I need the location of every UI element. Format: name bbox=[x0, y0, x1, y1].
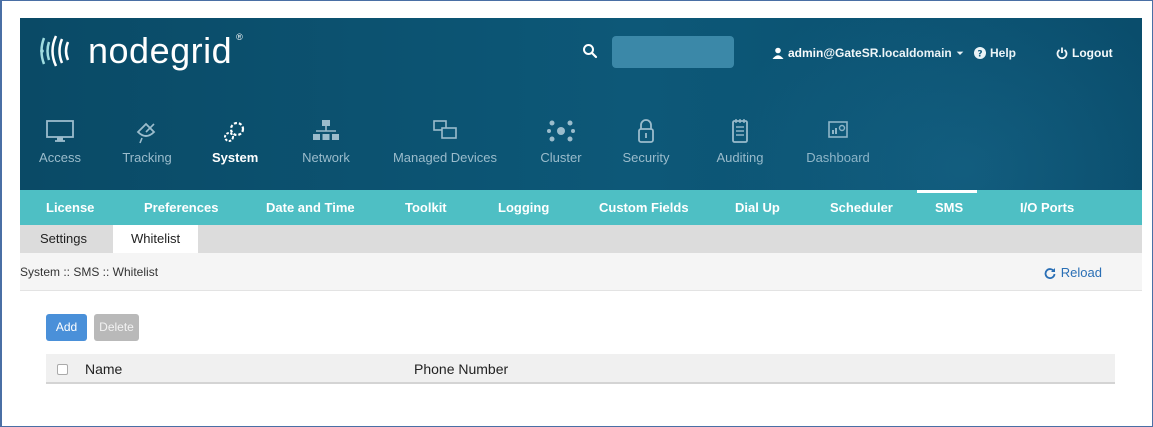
help-label: Help bbox=[990, 46, 1017, 60]
reload-label: Reload bbox=[1060, 265, 1102, 280]
subnav-sms[interactable]: SMS bbox=[916, 190, 978, 225]
user-icon bbox=[772, 47, 784, 59]
nav-access[interactable]: Access bbox=[38, 118, 82, 165]
nav-dashboard[interactable]: Dashboard bbox=[806, 118, 870, 165]
add-button[interactable]: Add bbox=[46, 314, 87, 341]
devices-icon bbox=[390, 118, 500, 144]
nav-label: Auditing bbox=[716, 150, 764, 165]
search-input[interactable] bbox=[612, 36, 734, 68]
subnav-io-ports[interactable]: I/O Ports bbox=[1020, 190, 1074, 225]
app: nodegrid ® admin@GateSR.localdomain ? He… bbox=[20, 18, 1142, 412]
nav-label: Network bbox=[302, 150, 350, 165]
nav-label: Security bbox=[622, 150, 670, 165]
column-header-phone-number[interactable]: Phone Number bbox=[414, 361, 508, 377]
logo[interactable]: nodegrid ® bbox=[36, 30, 247, 72]
breadcrumb-bar: System :: SMS :: Whitelist Reload bbox=[20, 253, 1142, 291]
tab-bar: Settings Whitelist bbox=[20, 225, 1142, 253]
logo-mark-icon bbox=[40, 35, 70, 67]
nav-tracking[interactable]: Tracking bbox=[119, 118, 175, 165]
nav-security[interactable]: Security bbox=[621, 118, 671, 165]
subnav-dial-up[interactable]: Dial Up bbox=[735, 190, 780, 225]
subnav-license[interactable]: License bbox=[46, 190, 94, 225]
column-header-name[interactable]: Name bbox=[85, 361, 122, 377]
user-menu-label: admin@GateSR.localdomain bbox=[788, 46, 952, 60]
svg-text:?: ? bbox=[977, 50, 982, 60]
notepad-icon bbox=[715, 118, 765, 144]
select-all-checkbox[interactable] bbox=[57, 364, 68, 375]
nav-label: Access bbox=[39, 150, 81, 165]
gears-icon bbox=[212, 118, 258, 144]
subnav-toolkit[interactable]: Toolkit bbox=[405, 190, 447, 225]
nav-label: Managed Devices bbox=[392, 150, 498, 165]
refresh-icon bbox=[1044, 267, 1056, 279]
table-header: Name Phone Number bbox=[46, 354, 1115, 384]
nav-auditing[interactable]: Auditing bbox=[715, 118, 765, 165]
satellite-icon bbox=[119, 118, 175, 144]
nav-label: Dashboard bbox=[806, 150, 870, 165]
logout-label: Logout bbox=[1072, 46, 1113, 60]
sub-nav: License Preferences Date and Time Toolki… bbox=[20, 190, 1142, 225]
subnav-logging[interactable]: Logging bbox=[498, 190, 549, 225]
subnav-date-and-time[interactable]: Date and Time bbox=[266, 190, 355, 225]
subnav-scheduler[interactable]: Scheduler bbox=[830, 190, 893, 225]
reload-link[interactable]: Reload bbox=[1044, 265, 1102, 280]
search-icon[interactable] bbox=[582, 43, 598, 59]
registered-mark: ® bbox=[236, 32, 243, 42]
monitor-icon bbox=[38, 118, 82, 144]
logout-link[interactable]: Logout bbox=[1056, 46, 1113, 60]
subnav-preferences[interactable]: Preferences bbox=[144, 190, 218, 225]
breadcrumb: System :: SMS :: Whitelist bbox=[20, 265, 159, 279]
nav-label: Tracking bbox=[122, 150, 172, 165]
dashboard-icon bbox=[806, 118, 870, 144]
help-link[interactable]: ? Help bbox=[974, 46, 1016, 60]
header: nodegrid ® admin@GateSR.localdomain ? He… bbox=[20, 18, 1142, 190]
nav-label: Cluster bbox=[540, 150, 582, 165]
power-icon bbox=[1056, 47, 1068, 59]
nav-network[interactable]: Network bbox=[298, 118, 354, 165]
nav-system[interactable]: System bbox=[212, 118, 258, 165]
nav-cluster[interactable]: Cluster bbox=[539, 118, 583, 165]
nav-managed-devices[interactable]: Managed Devices bbox=[390, 118, 500, 165]
tab-whitelist[interactable]: Whitelist bbox=[113, 225, 199, 253]
network-icon bbox=[298, 118, 354, 144]
logo-text: nodegrid bbox=[88, 30, 233, 71]
tab-settings[interactable]: Settings bbox=[22, 225, 105, 253]
help-icon: ? bbox=[974, 47, 986, 59]
nav-label: System bbox=[212, 150, 259, 165]
delete-button[interactable]: Delete bbox=[94, 314, 139, 341]
subnav-custom-fields[interactable]: Custom Fields bbox=[599, 190, 689, 225]
cluster-icon bbox=[539, 118, 583, 144]
lock-icon bbox=[621, 118, 671, 144]
user-menu[interactable]: admin@GateSR.localdomain bbox=[772, 46, 964, 60]
caret-down-icon bbox=[956, 51, 964, 55]
